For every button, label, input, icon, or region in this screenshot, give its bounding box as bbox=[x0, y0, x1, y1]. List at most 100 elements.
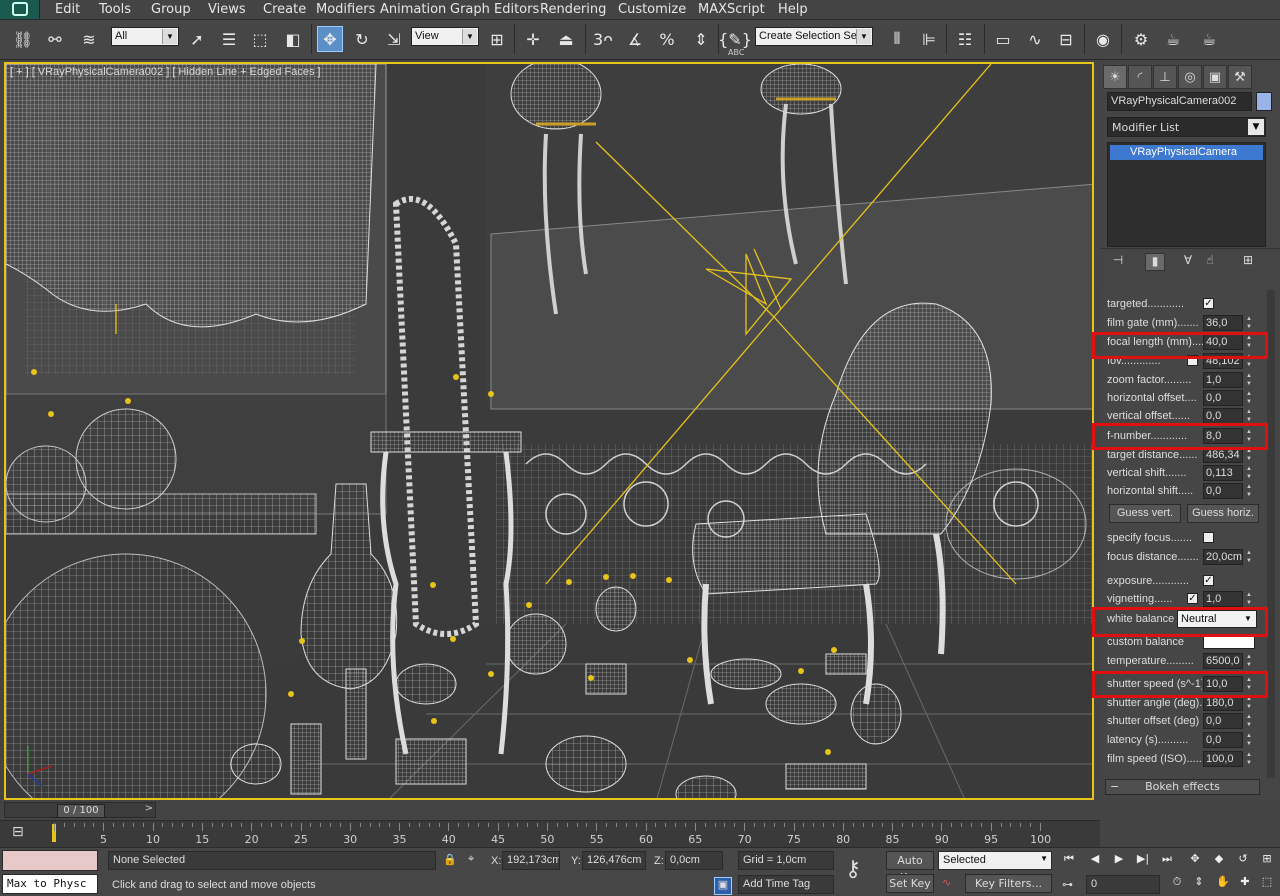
select-by-name-icon[interactable]: ☰ bbox=[216, 26, 242, 52]
spinner-icon[interactable]: ▲ ▼ bbox=[1244, 713, 1254, 729]
object-color-swatch[interactable] bbox=[1256, 92, 1272, 111]
spinner-icon[interactable]: ▲ ▼ bbox=[1244, 353, 1254, 369]
show-end-result-icon[interactable]: ▮ bbox=[1145, 253, 1165, 271]
time-slider-handle[interactable]: 0 / 100 bbox=[57, 804, 105, 818]
film-gate-input[interactable]: 36,0 bbox=[1203, 315, 1243, 331]
link-icon[interactable]: ⛓ bbox=[10, 26, 36, 52]
play-icon[interactable]: ▶ bbox=[1110, 852, 1128, 868]
zoom-factor-input[interactable]: 1,0 bbox=[1203, 372, 1243, 388]
align-icon[interactable]: ⊫ bbox=[916, 26, 942, 52]
vignetting-checkbox[interactable]: ✓ bbox=[1187, 593, 1198, 604]
angle-snap-icon[interactable]: ∡ bbox=[622, 26, 648, 52]
spinner-snap-icon[interactable]: ⇕ bbox=[688, 26, 714, 52]
shutter-speed-input[interactable]: 10,0 bbox=[1203, 676, 1243, 692]
guess-vert-button[interactable]: Guess vert. bbox=[1109, 504, 1181, 523]
targeted-checkbox[interactable]: ✓ bbox=[1203, 298, 1214, 309]
guess-horiz-button[interactable]: Guess horiz. bbox=[1187, 504, 1259, 523]
menu-group[interactable]: Group bbox=[151, 2, 191, 17]
snap-toggle-icon[interactable]: 3ᴖ bbox=[590, 26, 616, 52]
unlink-icon[interactable]: ⚯ bbox=[42, 26, 68, 52]
stack-item-vrayphysicalcamera[interactable]: VRayPhysicalCamera bbox=[1110, 145, 1263, 160]
maxscript-listener-pink[interactable] bbox=[2, 850, 98, 871]
render-frame-icon[interactable]: ☕ bbox=[1160, 26, 1186, 52]
fov-checkbox[interactable] bbox=[1187, 355, 1198, 366]
bind-spacewarp-icon[interactable]: ≋ bbox=[76, 26, 102, 52]
menu-edit[interactable]: Edit bbox=[55, 2, 80, 17]
x-coord-field[interactable]: 192,173cm bbox=[502, 851, 560, 870]
percent-snap-icon[interactable]: % bbox=[654, 26, 680, 52]
focal-length-input[interactable]: 40,0 bbox=[1203, 334, 1243, 350]
zoom-extents-icon[interactable]: ◆ bbox=[1210, 852, 1228, 868]
time-slider-track[interactable]: 0 / 100 > bbox=[4, 802, 156, 818]
pin-stack-icon[interactable]: ⊣ bbox=[1108, 253, 1128, 271]
menu-help[interactable]: Help bbox=[778, 2, 808, 17]
previous-frame-icon[interactable]: ◀ bbox=[1086, 852, 1104, 868]
render-production-icon[interactable]: ☕ bbox=[1196, 26, 1222, 52]
menu-rendering[interactable]: Rendering bbox=[540, 2, 606, 17]
shutter-offset-input[interactable]: 0,0 bbox=[1203, 713, 1243, 729]
move-icon[interactable]: ✥ bbox=[317, 26, 343, 52]
maxscript-input[interactable]: Max to Physc bbox=[2, 874, 98, 894]
camera-viewport[interactable]: [ + ] [ VRayPhysicalCamera002 ] [ Hidden… bbox=[4, 62, 1094, 800]
time-config-icon[interactable]: ⏱ bbox=[1168, 875, 1186, 891]
scale-icon[interactable]: ⇲ bbox=[381, 26, 407, 52]
pan-icon[interactable]: ✋ bbox=[1214, 875, 1232, 891]
focus-distance-input[interactable]: 20,0cm bbox=[1203, 549, 1243, 565]
key-mode-select[interactable]: Selected ▼ bbox=[938, 851, 1052, 870]
create-tab-icon[interactable]: ☀ bbox=[1103, 65, 1127, 89]
z-coord-field[interactable]: 0,0cm bbox=[665, 851, 723, 870]
utilities-tab-icon[interactable]: ⚒ bbox=[1228, 65, 1252, 89]
spinner-icon[interactable]: ▲ ▼ bbox=[1244, 465, 1254, 481]
exposure-checkbox[interactable]: ✓ bbox=[1203, 575, 1214, 586]
spinner-icon[interactable]: ▲ ▼ bbox=[1244, 372, 1254, 388]
spinner-icon[interactable]: ▲ ▼ bbox=[1244, 549, 1254, 565]
spinner-icon[interactable]: ▲ ▼ bbox=[1244, 428, 1254, 444]
horizontal-offset-input[interactable]: 0,0 bbox=[1203, 390, 1243, 406]
modifier-list-select[interactable]: Modifier List ▼ bbox=[1107, 117, 1266, 137]
shutter-angle-input[interactable]: 180,0 bbox=[1203, 695, 1243, 711]
target-distance-input[interactable]: 486,34 bbox=[1203, 447, 1243, 463]
viewport-label[interactable]: [ + ] [ VRayPhysicalCamera002 ] [ Hidden… bbox=[10, 66, 321, 78]
go-to-end-icon[interactable]: ⏭ bbox=[1158, 852, 1176, 868]
vignetting-input[interactable]: 1,0 bbox=[1203, 591, 1243, 607]
maximize-viewport-icon[interactable]: ⬚ bbox=[1258, 875, 1276, 891]
time-tag-icon[interactable]: ▣ bbox=[714, 877, 732, 895]
rect-selection-icon[interactable]: ⬚ bbox=[247, 26, 273, 52]
key-filters-button[interactable]: Key Filters... bbox=[965, 874, 1052, 893]
rotate-icon[interactable]: ↻ bbox=[349, 26, 375, 52]
add-time-tag-button[interactable]: Add Time Tag bbox=[738, 875, 834, 894]
dolly-icon[interactable]: ⊞ bbox=[1258, 852, 1276, 868]
next-arrow-icon[interactable]: > bbox=[145, 803, 153, 814]
panel-scrollbar[interactable] bbox=[1267, 290, 1275, 778]
menu-views[interactable]: Views bbox=[208, 2, 246, 17]
app-logo-icon[interactable] bbox=[0, 0, 40, 19]
render-setup-icon[interactable]: ⚙ bbox=[1128, 26, 1154, 52]
make-unique-icon[interactable]: ∀ bbox=[1178, 253, 1198, 271]
horizontal-shift-input[interactable]: 0,0 bbox=[1203, 483, 1243, 499]
f-number-input[interactable]: 8,0 bbox=[1203, 428, 1243, 444]
menu-create[interactable]: Create bbox=[263, 2, 306, 17]
spinner-icon[interactable]: ▲ ▼ bbox=[1244, 591, 1254, 607]
keyboard-shortcut-icon[interactable]: ⏏ bbox=[553, 26, 579, 52]
object-name-field[interactable]: VRayPhysicalCamera002 bbox=[1107, 92, 1252, 111]
select-manipulate-icon[interactable]: ✛ bbox=[520, 26, 546, 52]
vertical-shift-input[interactable]: 0,113 bbox=[1203, 465, 1243, 481]
mini-curve-editor-icon[interactable]: ⊟ bbox=[12, 824, 24, 840]
spinner-icon[interactable]: ▲ ▼ bbox=[1244, 732, 1254, 748]
ribbon-icon[interactable]: ▭ bbox=[990, 26, 1016, 52]
schematic-view-icon[interactable]: ⊟ bbox=[1053, 26, 1079, 52]
orbit-icon[interactable]: ↺ bbox=[1234, 852, 1252, 868]
y-coord-field[interactable]: 126,476cm bbox=[582, 851, 646, 870]
window-crossing-icon[interactable]: ◧ bbox=[280, 26, 306, 52]
modify-tab-icon[interactable]: ◜ bbox=[1128, 65, 1152, 89]
material-editor-icon[interactable]: ◉ bbox=[1090, 26, 1116, 52]
truck-icon[interactable]: ✚ bbox=[1236, 875, 1254, 891]
remove-modifier-icon[interactable]: ☝ bbox=[1200, 253, 1220, 271]
walkthrough-icon[interactable]: ✥ bbox=[1186, 852, 1204, 868]
menu-animation[interactable]: Animation bbox=[380, 2, 446, 17]
hierarchy-tab-icon[interactable]: ⊥ bbox=[1153, 65, 1177, 89]
menu-maxscript[interactable]: MAXScript bbox=[698, 2, 765, 17]
pivot-center-icon[interactable]: ⊞ bbox=[484, 26, 510, 52]
key-mode-toggle-icon[interactable]: ⊶ bbox=[1062, 878, 1073, 891]
latency-input[interactable]: 0,0 bbox=[1203, 732, 1243, 748]
